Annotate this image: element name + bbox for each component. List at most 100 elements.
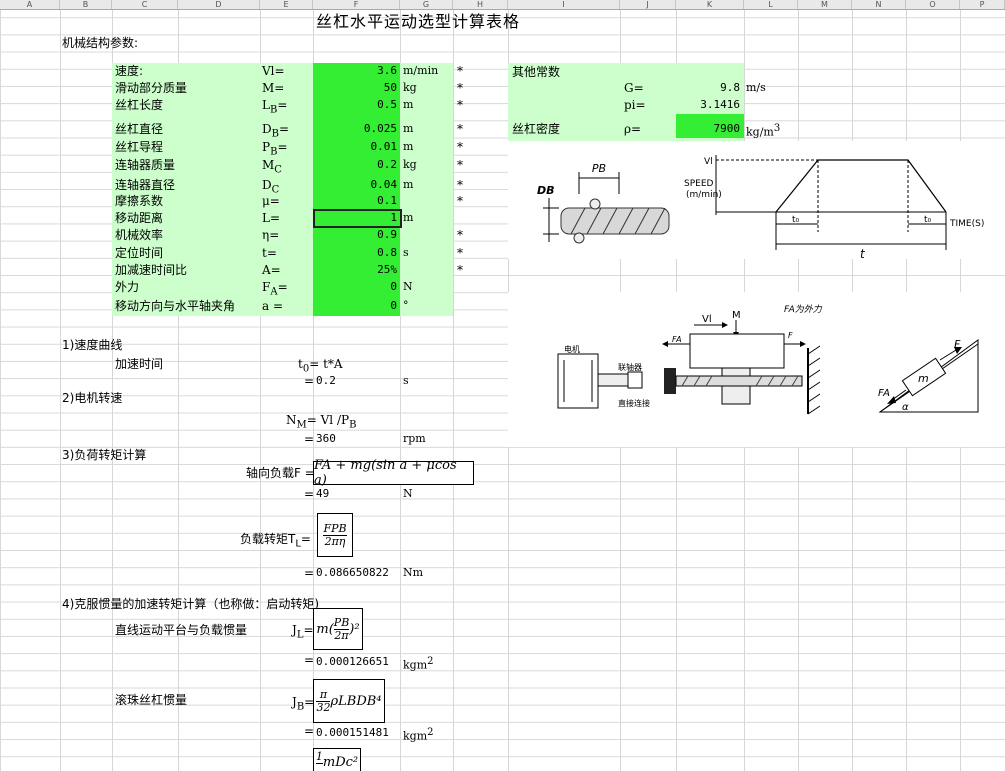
param-required-star: * — [457, 178, 463, 192]
section3-title: 3)负荷转矩计算 — [62, 448, 147, 462]
param-label: 外力 — [115, 280, 140, 294]
jl-result[interactable]: 0.000126651 — [316, 654, 389, 670]
param-required-star: * — [457, 228, 463, 242]
param-unit: m — [403, 98, 414, 111]
column-header-f[interactable]: F — [313, 0, 400, 9]
param-value[interactable]: 0.01 — [313, 139, 398, 155]
param-symbol: LB= — [262, 98, 288, 116]
param-label: 移动距离 — [115, 211, 164, 225]
param-value[interactable]: 0.9 — [313, 227, 397, 243]
column-header-b[interactable]: B — [60, 0, 112, 9]
param-required-star: * — [457, 194, 463, 208]
param-value[interactable]: 0.025 — [313, 121, 397, 137]
t0-result[interactable]: 0.2 — [316, 373, 336, 389]
spreadsheet-grid[interactable]: ABCDEFGHIJKLMNOP 丝杠水平运动选型计算表格 机械结构参数: 速度… — [0, 0, 1005, 771]
param-unit: m — [403, 140, 414, 153]
param-value[interactable]: 0.1 — [313, 193, 397, 209]
g-unit: m/s — [746, 81, 766, 94]
column-header-g[interactable]: G — [400, 0, 453, 9]
constants-title: 其他常数 — [512, 65, 561, 79]
param-value[interactable]: 50 — [313, 80, 397, 96]
load-torque-result[interactable]: 0.086650822 — [316, 565, 389, 581]
rho-label: 丝杠密度 — [512, 122, 561, 136]
jb-formula: π 32 ρLBDB⁴ — [313, 679, 385, 723]
param-value[interactable]: 0 — [313, 298, 397, 314]
rho-value[interactable]: 7900 — [676, 121, 741, 137]
load-torque-unit: Nm — [403, 566, 424, 579]
jc-formula-partial: 1 mDc² — [313, 748, 361, 771]
param-label: 定位时间 — [115, 246, 164, 260]
param-required-star: * — [457, 81, 463, 95]
incline-diagram: m F FA α — [878, 338, 979, 413]
param-unit: s — [403, 246, 409, 259]
param-value[interactable]: 0.8 — [313, 245, 397, 261]
accel-time-label: 加速时间 — [115, 357, 164, 371]
param-label: 滑动部分质量 — [115, 81, 188, 95]
param-label: 丝杠导程 — [115, 140, 164, 154]
section2-title: 2)电机转速 — [62, 391, 123, 405]
param-symbol: M= — [262, 81, 285, 95]
column-header-e[interactable]: E — [260, 0, 313, 9]
axial-load-label: 轴向负载F = — [246, 466, 315, 480]
coupling-label: 联轴器 — [618, 362, 642, 372]
column-header-n[interactable]: N — [852, 0, 906, 9]
jl-symbol: JL= — [292, 623, 314, 641]
param-symbol: Vl= — [262, 64, 285, 78]
column-header-bar: ABCDEFGHIJKLMNOP — [0, 0, 1005, 10]
column-header-d[interactable]: D — [178, 0, 260, 9]
vl-label: Vl — [704, 157, 713, 167]
column-header-i[interactable]: I — [508, 0, 620, 9]
column-header-j[interactable]: J — [620, 0, 676, 9]
pb-label: PB — [592, 162, 606, 175]
param-required-star: * — [457, 140, 463, 154]
param-symbol: A= — [262, 263, 281, 277]
param-value[interactable]: 25% — [313, 262, 397, 278]
column-header-m[interactable]: M — [798, 0, 852, 9]
column-header-a[interactable]: A — [0, 0, 60, 9]
param-value[interactable]: 3.6 — [313, 63, 397, 79]
fa-external-force-note: FA为外力 — [784, 304, 823, 315]
param-label: 加减速时间比 — [115, 263, 188, 277]
column-header-c[interactable]: C — [112, 0, 178, 9]
param-symbol: η= — [262, 228, 280, 242]
mech-f-label: F — [788, 331, 793, 340]
jb-unit: kgm2 — [403, 727, 434, 743]
param-symbol: μ= — [262, 194, 280, 208]
incline-alpha-label: α — [902, 402, 909, 413]
column-header-l[interactable]: L — [744, 0, 798, 9]
pi-value[interactable]: 3.1416 — [676, 97, 740, 113]
param-unit: m — [403, 122, 414, 135]
jl-formula: m(PB 2π)² — [313, 608, 363, 650]
param-value[interactable]: 1 — [313, 210, 397, 226]
mechanism-diagram: FA为外力 Vl M FA F 电机 联轴器 直接连接 — [557, 304, 823, 415]
param-symbol: L= — [262, 211, 281, 225]
param-symbol: a = — [262, 299, 284, 313]
param-value[interactable]: 0.2 — [313, 157, 397, 173]
param-unit: kg — [403, 81, 417, 94]
param-value[interactable]: 0.5 — [313, 97, 397, 113]
param-required-star: * — [457, 158, 463, 172]
param-value[interactable]: 0 — [313, 279, 397, 295]
jb-result[interactable]: 0.000151481 — [316, 725, 389, 741]
motor-label: 电机 — [564, 344, 580, 354]
load-torque-formula: FPB 2πη — [317, 513, 353, 557]
param-value[interactable]: 0.04 — [313, 177, 398, 193]
param-symbol: t= — [262, 246, 277, 260]
nm-result[interactable]: 360 — [316, 431, 336, 447]
column-header-o[interactable]: O — [906, 0, 960, 9]
column-header-p[interactable]: P — [960, 0, 1005, 9]
g-value[interactable]: 9.8 — [676, 80, 740, 96]
mech-vl-label: Vl — [702, 314, 712, 325]
param-label: 移动方向与水平轴夹角 — [115, 299, 236, 313]
load-torque-label: 负载转矩TL= — [240, 532, 311, 550]
param-unit: m — [403, 178, 414, 191]
param-label: 速度: — [115, 64, 144, 78]
incline-f-label: F — [954, 338, 961, 351]
param-required-star: * — [457, 64, 463, 78]
axial-load-result[interactable]: 49 — [316, 486, 329, 502]
column-header-k[interactable]: K — [676, 0, 744, 9]
param-label: 丝杠长度 — [115, 98, 164, 112]
column-header-h[interactable]: H — [453, 0, 508, 9]
direct-connect-label: 直接连接 — [618, 398, 650, 408]
nm-unit: rpm — [403, 432, 426, 445]
